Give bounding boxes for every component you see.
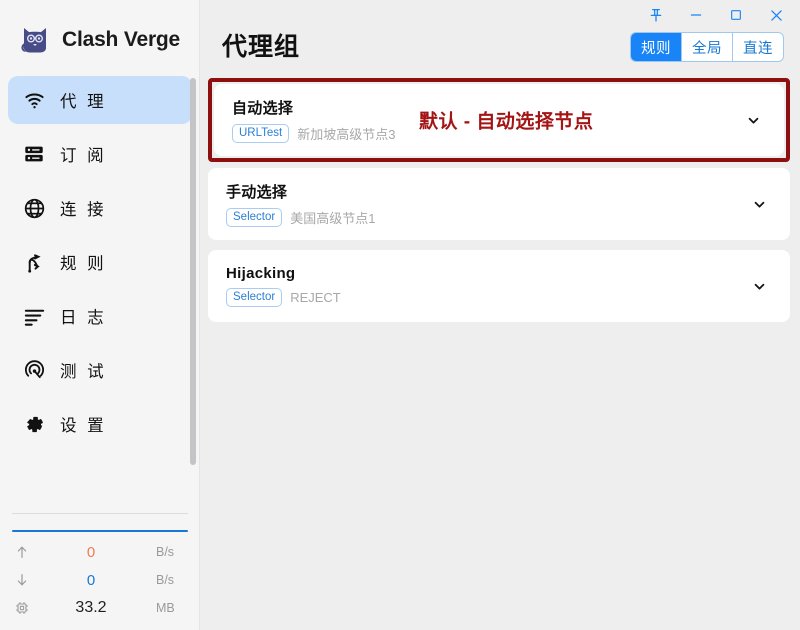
proxy-group-card[interactable]: 手动选择 Selector 美国高级节点1 <box>208 168 790 240</box>
app-window: Clash Verge 代 理 订 阅 连 接 规 则 日 志 测 试 设 置 … <box>0 0 800 630</box>
mode-tabs-container: 规则 全局 直连 <box>630 14 784 62</box>
annotation-text: 默认 - 自动选择节点 <box>419 111 594 133</box>
sidebar-item-proxies[interactable]: 代 理 <box>8 76 192 124</box>
group-current-node: 美国高级节点1 <box>290 211 376 226</box>
proxy-group-card[interactable]: Hijacking Selector REJECT <box>208 250 790 322</box>
stat-memory-row: 33.2 MB <box>0 594 200 622</box>
page-title: 代理组 <box>222 33 301 61</box>
tab-rule-mode[interactable]: 规则 <box>631 33 682 61</box>
sidebar-item-test[interactable]: 测 试 <box>8 346 192 394</box>
gear-icon <box>8 413 60 436</box>
wifi-icon <box>8 89 60 112</box>
card-texts: 自动选择 URLTest 新加坡高级节点3 <box>232 97 396 144</box>
group-type-chip: URLTest <box>232 123 290 144</box>
stat-download-row: 0 B/s <box>0 566 200 594</box>
upload-speed-unit: B/s <box>156 545 175 559</box>
memory-usage-unit: MB <box>156 601 175 615</box>
card-texts: 手动选择 Selector 美国高级节点1 <box>226 181 376 228</box>
chevron-down-icon[interactable] <box>736 103 770 137</box>
memory-usage-value: 33.2 <box>75 599 107 616</box>
proxy-group-card-wrap: 手动选择 Selector 美国高级节点1 <box>208 168 790 240</box>
sidebar-item-settings[interactable]: 设 置 <box>8 400 192 448</box>
group-name: Hijacking <box>226 264 296 282</box>
sidebar-item-label: 连 接 <box>60 201 107 219</box>
subscription-icon <box>8 143 60 165</box>
page-header: 代理组 规则 全局 直连 <box>200 0 800 76</box>
main-area: 代理组 规则 全局 直连 自动选择 URLTest 新加坡高级节点3 默认 - … <box>200 0 800 630</box>
tab-global-mode[interactable]: 全局 <box>682 33 733 61</box>
proxy-group-card[interactable]: 自动选择 URLTest 新加坡高级节点3 默认 - 自动选择节点 <box>214 84 784 156</box>
radar-test-icon <box>8 359 60 382</box>
sidebar-item-label: 规 则 <box>60 255 107 273</box>
chevron-down-icon[interactable] <box>742 187 776 221</box>
rules-branch-icon <box>8 251 60 274</box>
memory-chip-icon <box>0 600 44 616</box>
group-name: 自动选择 <box>232 99 294 117</box>
sidebar-nav: 代 理 订 阅 连 接 规 则 日 志 测 试 设 置 <box>0 76 200 448</box>
sidebar-item-connections[interactable]: 连 接 <box>8 184 192 232</box>
globe-icon <box>8 197 60 220</box>
proxy-group-list: 自动选择 URLTest 新加坡高级节点3 默认 - 自动选择节点 手动选择 S… <box>200 76 800 630</box>
sidebar-item-label: 日 志 <box>60 309 107 327</box>
group-type-chip: Selector <box>226 287 283 308</box>
brand-name: Clash Verge <box>62 28 181 51</box>
card-texts: Hijacking Selector REJECT <box>226 264 341 308</box>
highlight-annotation-box: 自动选择 URLTest 新加坡高级节点3 默认 - 自动选择节点 <box>208 78 790 162</box>
group-current-node: 新加坡高级节点3 <box>297 127 396 142</box>
card-meta: Selector 美国高级节点1 <box>226 207 376 228</box>
stat-upload-row: 0 B/s <box>0 538 200 566</box>
sidebar-divider <box>12 513 188 514</box>
sidebar-item-profiles[interactable]: 订 阅 <box>8 130 192 178</box>
upload-arrow-icon <box>0 544 44 560</box>
upload-speed-value: 0 <box>86 543 96 561</box>
sidebar-item-label: 代 理 <box>60 93 107 111</box>
brand: Clash Verge <box>0 0 200 76</box>
proxy-group-card-wrap: Hijacking Selector REJECT <box>208 250 790 322</box>
group-current-node: REJECT <box>290 290 341 305</box>
mode-tab-group: 规则 全局 直连 <box>630 32 784 62</box>
download-speed-unit: B/s <box>156 573 175 587</box>
sidebar-item-logs[interactable]: 日 志 <box>8 292 192 340</box>
sidebar-item-label: 设 置 <box>60 417 107 435</box>
card-meta: Selector REJECT <box>226 287 341 308</box>
sidebar-item-label: 测 试 <box>60 363 107 381</box>
download-speed-value: 0 <box>86 571 96 589</box>
card-meta: URLTest 新加坡高级节点3 <box>232 123 396 144</box>
group-type-chip: Selector <box>226 207 283 228</box>
sidebar: Clash Verge 代 理 订 阅 连 接 规 则 日 志 测 试 设 置 … <box>0 0 200 630</box>
sidebar-scrollbar[interactable] <box>190 78 196 465</box>
chevron-down-icon[interactable] <box>742 269 776 303</box>
traffic-stats: 0 B/s 0 B/s 33.2 MB <box>0 532 200 630</box>
group-name: 手动选择 <box>226 183 288 201</box>
tab-direct-mode[interactable]: 直连 <box>733 33 783 61</box>
logs-lines-icon <box>8 305 60 328</box>
cat-logo-icon <box>18 23 52 57</box>
sidebar-item-label: 订 阅 <box>60 147 107 165</box>
sidebar-item-rules[interactable]: 规 则 <box>8 238 192 286</box>
download-arrow-icon <box>0 572 44 588</box>
